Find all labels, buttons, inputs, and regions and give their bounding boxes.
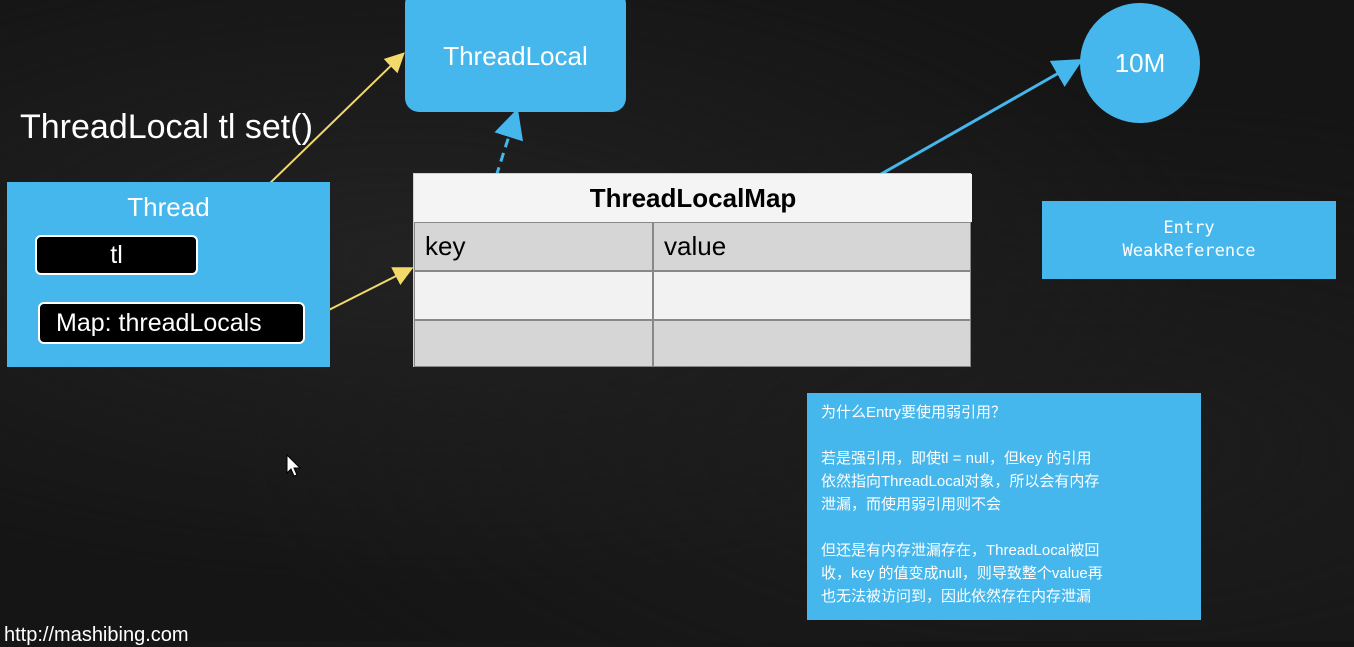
empty-value-cell	[653, 271, 971, 320]
value-memory-circle: 10M	[1080, 3, 1200, 123]
threadlocals-map-field: Map: threadLocals	[38, 302, 305, 344]
tl-field: tl	[35, 235, 198, 275]
thread-box: Thread tl Map: threadLocals	[7, 182, 330, 367]
website-url: http://mashibing.com	[4, 624, 189, 646]
entry-weakreference-box: Entry WeakReference	[1042, 201, 1336, 279]
thread-title: Thread	[127, 192, 210, 222]
threadlocal-object-box: ThreadLocal	[405, 0, 626, 112]
value-cell: value	[653, 222, 971, 271]
empty-key-cell	[414, 271, 653, 320]
note-text: 收，key 的值变成null，则导致整个value再	[821, 565, 1103, 582]
note-text: 也无法被访问到，因此依然存在内存泄漏	[821, 588, 1092, 605]
entry-label: Entry	[1163, 218, 1215, 238]
empty-key-cell	[414, 320, 653, 367]
mouse-cursor-icon	[286, 454, 302, 477]
threadlocalmap-table: ThreadLocalMap key value	[413, 173, 972, 367]
note-question: 为什么Entry要使用弱引用？	[821, 404, 1007, 421]
threadlocal-label: ThreadLocal	[443, 40, 588, 71]
threadlocalmap-title: ThreadLocalMap	[414, 174, 972, 222]
note-text: 泄漏，而使用弱引用则不会	[821, 496, 1002, 513]
note-text: 若是强引用，即使tl = null，但key 的引用	[821, 450, 1092, 467]
note-text: 依然指向ThreadLocal对象，所以会有内存	[821, 473, 1100, 490]
memory-label: 10M	[1114, 47, 1166, 78]
key-cell: key	[414, 222, 653, 271]
empty-value-cell	[653, 320, 971, 367]
explanation-note: 为什么Entry要使用弱引用？ 若是强引用，即使tl = null，但key 的…	[807, 393, 1201, 620]
note-text: 但还是有内存泄漏存在，ThreadLocal被回	[821, 542, 1100, 559]
weakreference-label: WeakReference	[1122, 241, 1256, 261]
page-heading: ThreadLocal tl set()	[20, 108, 313, 146]
